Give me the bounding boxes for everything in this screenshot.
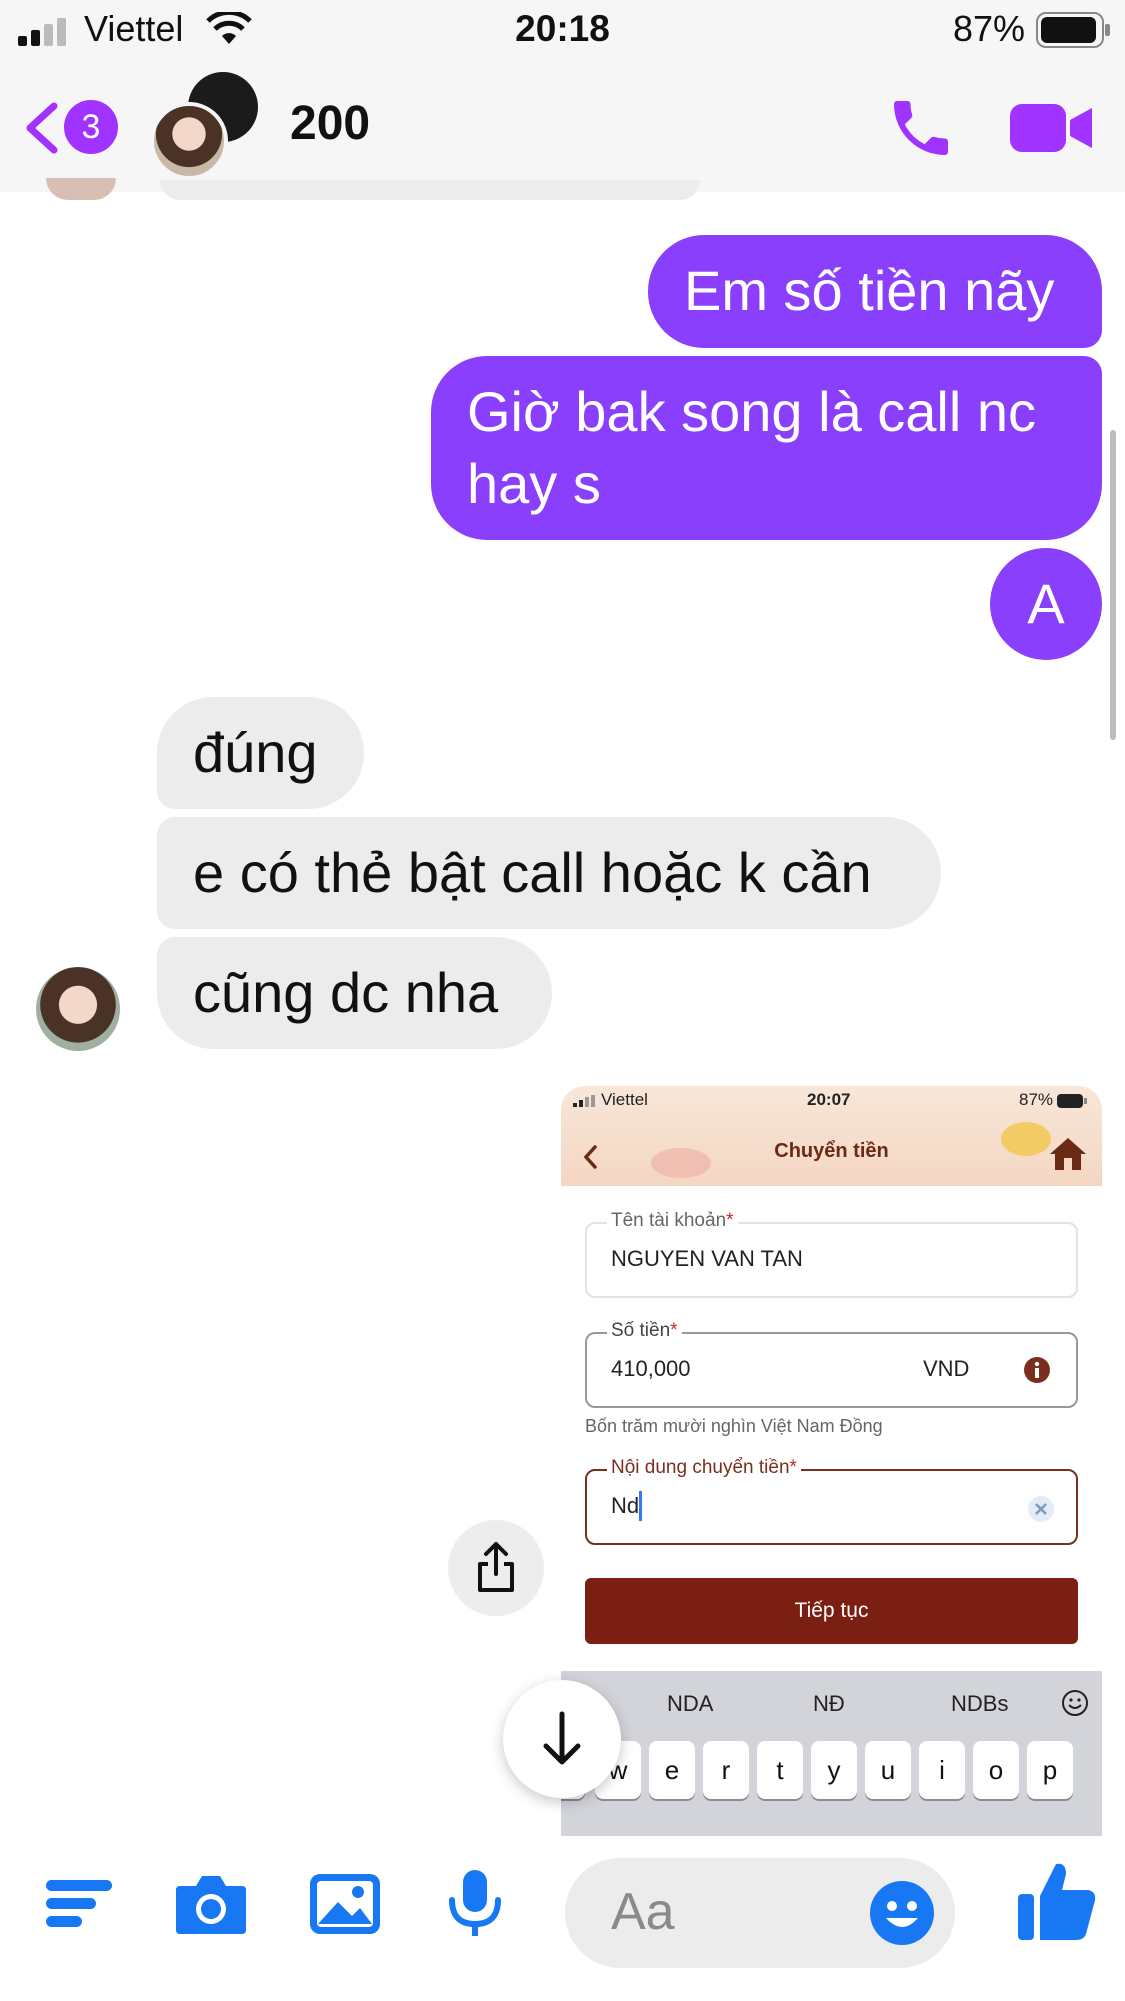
home-icon[interactable]	[1048, 1136, 1088, 1172]
message-line: hay s	[467, 452, 601, 515]
signal-icon	[573, 1095, 595, 1107]
message-input-placeholder: Aa	[611, 1883, 675, 1941]
amount-value: 410,000	[611, 1356, 691, 1381]
emoji-icon[interactable]	[869, 1880, 935, 1946]
battery-icon	[1036, 12, 1110, 48]
bank-app-header: Viettel 20:07 87% Chuyển tiền	[561, 1086, 1102, 1186]
conversation-header: 3 200	[0, 62, 1125, 192]
incoming-message[interactable]: e có thẻ bật call hoặc k cần	[157, 817, 941, 929]
decorative-apricot-flower	[1001, 1122, 1051, 1156]
outgoing-message[interactable]: Giờ bak song là call nc hay s	[431, 356, 1102, 540]
bank-status-battery: 87%	[1019, 1090, 1054, 1109]
share-button[interactable]	[448, 1520, 544, 1616]
sender-avatar[interactable]	[36, 967, 120, 1051]
keyboard-key[interactable]: i	[919, 1741, 965, 1799]
gallery-icon[interactable]	[306, 1864, 384, 1942]
bank-status-carrier: Viettel	[601, 1090, 648, 1109]
previous-message-bubble	[160, 180, 700, 200]
on-screen-keyboard: NDA NĐ NDBs w e r t y u i o p	[561, 1671, 1102, 1836]
keyboard-key[interactable]: t	[757, 1741, 803, 1799]
amount-in-words: Bốn trăm mười nghìn Việt Nam Đồng	[585, 1416, 883, 1436]
menu-icon[interactable]	[42, 1864, 120, 1942]
amount-field[interactable]: Số tiền* 410,000 VND	[585, 1320, 1078, 1408]
decorative-blossom	[651, 1148, 711, 1178]
previous-sender-avatar	[46, 178, 116, 200]
video-call-icon[interactable]	[1010, 100, 1094, 156]
account-name-value: NGUYEN VAN TAN	[611, 1246, 803, 1271]
message-composer: Aa	[0, 1836, 1125, 2001]
conversation-title[interactable]: 200	[290, 96, 370, 151]
clear-icon[interactable]	[1027, 1495, 1055, 1523]
microphone-icon[interactable]	[436, 1864, 514, 1942]
info-icon[interactable]	[1023, 1356, 1051, 1384]
incoming-message[interactable]: đúng	[157, 697, 364, 809]
transfer-content-field[interactable]: Nội dung chuyển tiền* Nd	[585, 1457, 1078, 1545]
attached-screenshot-image[interactable]: Viettel 20:07 87% Chuyển tiền Tên tài kh…	[561, 1086, 1102, 1836]
keyboard-key[interactable]: r	[703, 1741, 749, 1799]
battery-percent: 87%	[952, 8, 1025, 49]
status-bar: Viettel 20:18 87%	[0, 0, 1125, 62]
keyboard-suggestion[interactable]: NĐ	[813, 1691, 845, 1717]
keyboard-key[interactable]: y	[811, 1741, 857, 1799]
currency-label: VND	[923, 1356, 970, 1381]
incoming-message[interactable]: cũng dc nha	[157, 937, 552, 1049]
share-icon	[478, 1542, 514, 1592]
unread-badge: 3	[64, 100, 118, 154]
thumbs-up-icon[interactable]	[1012, 1856, 1102, 1946]
group-avatar-primary[interactable]	[150, 102, 228, 180]
back-button[interactable]: 3	[24, 100, 124, 156]
arrow-down-icon	[543, 1711, 581, 1765]
scrollbar-thumb[interactable]	[1110, 430, 1116, 740]
outgoing-message[interactable]: Em số tiền nãy	[648, 235, 1102, 348]
camera-icon[interactable]	[172, 1864, 250, 1942]
keyboard-suggestion[interactable]: NDBs	[951, 1691, 1008, 1717]
outgoing-message[interactable]: A	[990, 548, 1102, 660]
account-name-field[interactable]: Tên tài khoản* NGUYEN VAN TAN	[585, 1210, 1078, 1298]
emoji-icon[interactable]	[1061, 1689, 1089, 1717]
phone-call-icon[interactable]	[885, 92, 957, 164]
keyboard-key[interactable]: p	[1027, 1741, 1073, 1799]
keyboard-key[interactable]: o	[973, 1741, 1019, 1799]
battery-icon	[1057, 1094, 1087, 1108]
amount-label: Số tiền*	[607, 1320, 682, 1342]
chevron-left-icon	[26, 102, 58, 154]
continue-button[interactable]: Tiếp tục	[585, 1578, 1078, 1644]
keyboard-key[interactable]: e	[649, 1741, 695, 1799]
keyboard-suggestion[interactable]: NDA	[667, 1691, 713, 1717]
text-cursor	[639, 1491, 642, 1521]
message-input[interactable]: Aa	[565, 1858, 955, 1968]
bank-status-time: 20:07	[807, 1090, 851, 1109]
account-name-label: Tên tài khoản*	[607, 1210, 738, 1232]
transfer-content-value: Nd	[611, 1493, 640, 1518]
message-line: Giờ bak song là call nc	[467, 380, 1036, 443]
keyboard-key[interactable]: u	[865, 1741, 911, 1799]
transfer-content-label: Nội dung chuyển tiền*	[607, 1457, 801, 1479]
scroll-to-bottom-button[interactable]	[503, 1680, 621, 1798]
